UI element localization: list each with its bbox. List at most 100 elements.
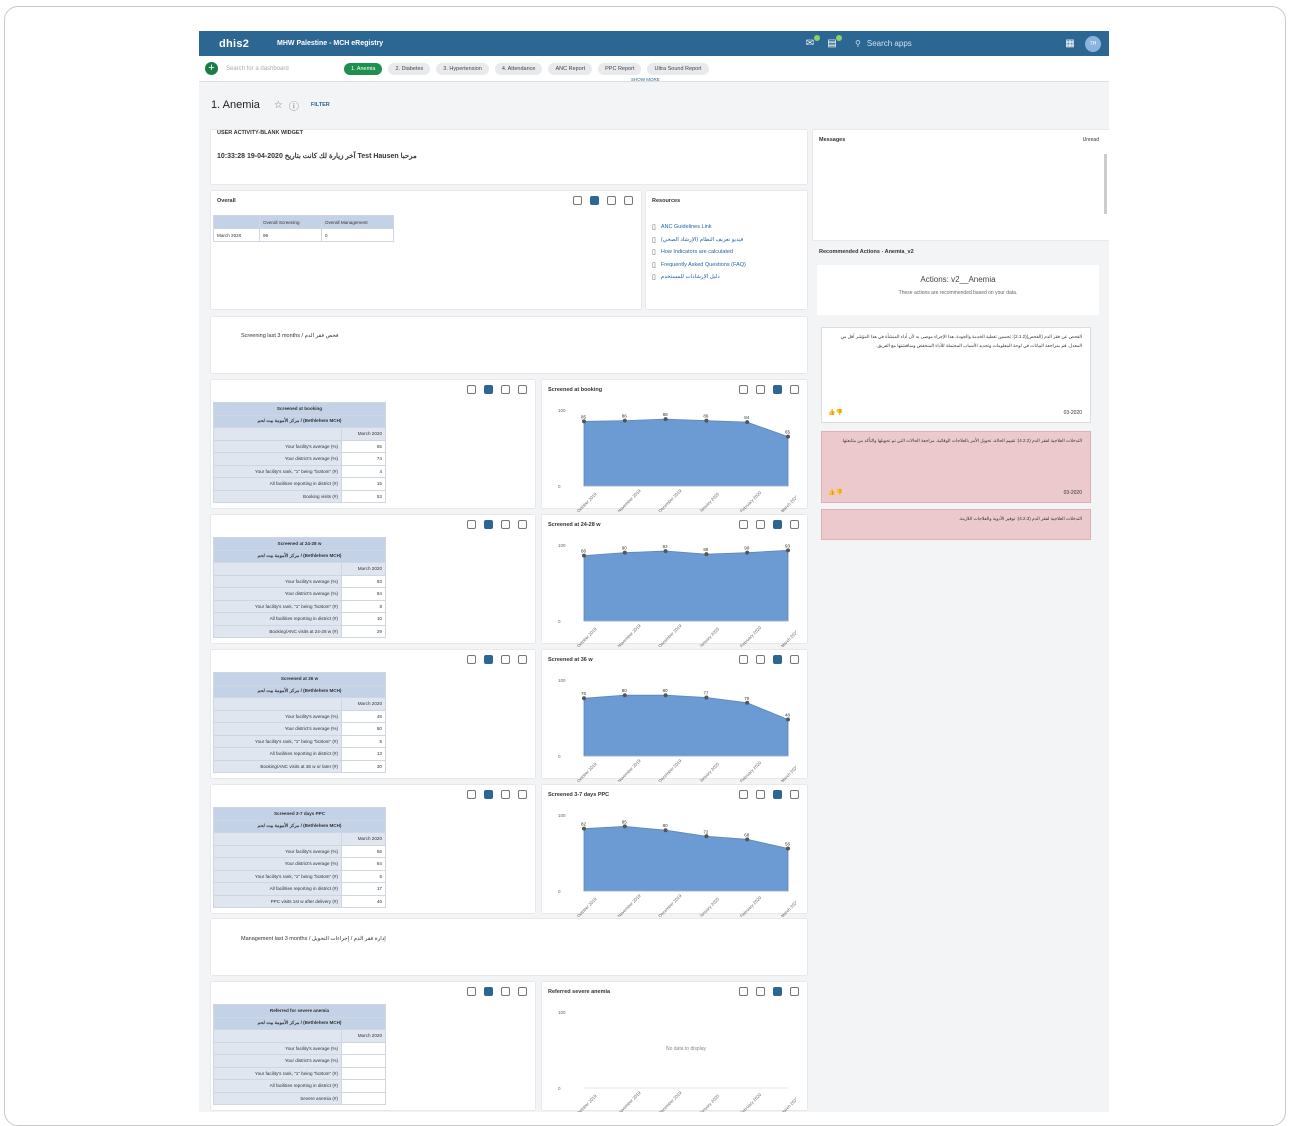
table-view-icon[interactable] (484, 520, 493, 529)
resource-link[interactable]: ▯ فيديو تعريف النظام (الإرشاد الصحي) (652, 234, 802, 247)
interpretations-icon[interactable] (467, 987, 476, 996)
area-series[interactable] (583, 549, 789, 622)
table-view-icon[interactable] (590, 196, 599, 205)
data-point[interactable] (704, 695, 709, 700)
tab-dashboard[interactable]: 3. Hypertension (436, 62, 489, 75)
map-view-icon[interactable] (790, 987, 799, 996)
table-view-icon[interactable] (756, 987, 765, 996)
data-point[interactable] (663, 549, 668, 554)
interpretations-icon[interactable] (739, 790, 748, 799)
area-series[interactable] (583, 694, 789, 757)
area-series[interactable] (583, 418, 789, 487)
info-icon[interactable]: ⓘ (289, 98, 299, 113)
dashboard-search-input[interactable]: Search for a dashboard (226, 66, 344, 72)
resource-link[interactable]: ▯ Frequently Asked Questions (FAQ) (652, 259, 802, 272)
data-point[interactable] (786, 434, 790, 439)
messages-icon[interactable]: ✉ (803, 35, 820, 49)
data-point[interactable] (582, 419, 586, 424)
map-view-icon[interactable] (790, 655, 799, 664)
chart-view-icon[interactable] (773, 790, 782, 799)
data-point[interactable] (582, 696, 586, 701)
table-view-icon[interactable] (756, 520, 765, 529)
chart-view-icon[interactable] (773, 655, 782, 664)
interpretations-icon[interactable] (739, 385, 748, 394)
data-point[interactable] (622, 418, 627, 423)
interpretations-icon[interactable] (739, 520, 748, 529)
data-point[interactable] (745, 837, 750, 842)
thumbs-icon[interactable]: 👍👎 (828, 409, 843, 416)
interpretations-icon[interactable] (739, 987, 748, 996)
table-view-icon[interactable] (484, 655, 493, 664)
chart-view-icon[interactable] (501, 520, 510, 529)
interpretations-icon[interactable] (467, 520, 476, 529)
data-point[interactable] (786, 717, 790, 722)
chart-view-icon[interactable] (501, 987, 510, 996)
filter-button[interactable]: FILTER (311, 102, 330, 108)
star-icon[interactable]: ☆ (274, 100, 283, 111)
thumbs-icon[interactable]: 👍👎 (828, 489, 843, 496)
table-view-icon[interactable] (484, 987, 493, 996)
action-item[interactable]: التدخلات العلاجية لفقر الدم (4.2.2): تقي… (821, 431, 1091, 503)
map-view-icon[interactable] (518, 790, 527, 799)
interpretations-icon[interactable]: ▤ (825, 35, 842, 49)
chart-view-icon[interactable] (501, 655, 510, 664)
add-dashboard-button[interactable]: + (205, 62, 218, 75)
table-view-icon[interactable] (484, 790, 493, 799)
resource-link[interactable]: ▯ ANC Guidelines Link (652, 221, 802, 234)
action-item[interactable]: التدخلات العلاجية لفقر الدم (4.2.3): توف… (821, 509, 1091, 540)
apps-grid-icon[interactable]: ▦ (1063, 38, 1077, 49)
data-point[interactable] (663, 693, 668, 698)
tab-dashboard[interactable]: PPC Report (598, 62, 642, 75)
tab-dashboard[interactable]: ANC Report (548, 62, 593, 75)
interpretations-icon[interactable] (467, 655, 476, 664)
action-item[interactable]: الفحص عن فقر الدم (الفحص)(2.1.2): تحسين … (821, 327, 1091, 423)
data-point[interactable] (622, 693, 627, 698)
area-series[interactable] (583, 825, 789, 892)
avatar[interactable]: TH (1085, 35, 1101, 52)
data-point[interactable] (745, 550, 750, 555)
resource-link[interactable]: ▯ دليل الإرشادات للمستخدم (652, 271, 802, 284)
table-view-icon[interactable] (756, 655, 765, 664)
interpretations-icon[interactable] (573, 196, 582, 205)
map-view-icon[interactable] (790, 790, 799, 799)
app-search-input[interactable]: ⚲ Search apps (855, 37, 1055, 51)
map-view-icon[interactable] (624, 196, 633, 205)
chart-view-icon[interactable] (607, 196, 616, 205)
data-point[interactable] (582, 826, 586, 831)
show-more-link[interactable]: SHOW MORE (631, 77, 660, 82)
data-point[interactable] (663, 828, 668, 833)
interpretations-icon[interactable] (467, 790, 476, 799)
data-point[interactable] (704, 834, 709, 839)
map-view-icon[interactable] (518, 385, 527, 394)
chart-view-icon[interactable] (773, 987, 782, 996)
data-point[interactable] (663, 417, 668, 422)
table-view-icon[interactable] (756, 385, 765, 394)
interpretations-icon[interactable] (739, 655, 748, 664)
data-point[interactable] (704, 418, 709, 423)
data-point[interactable] (622, 550, 627, 555)
chart-view-icon[interactable] (501, 790, 510, 799)
data-point[interactable] (786, 846, 790, 851)
interpretations-icon[interactable] (467, 385, 476, 394)
data-point[interactable] (582, 553, 586, 558)
chart-view-icon[interactable] (773, 385, 782, 394)
tab-dashboard[interactable]: Ultra Sound Report (647, 62, 709, 75)
map-view-icon[interactable] (518, 987, 527, 996)
map-view-icon[interactable] (790, 385, 799, 394)
data-point[interactable] (786, 548, 790, 553)
tab-dashboard[interactable]: 1. Anemia (344, 62, 383, 75)
tab-dashboard[interactable]: 4. Attendance (494, 62, 543, 75)
data-point[interactable] (622, 824, 627, 829)
tab-dashboard[interactable]: 2. Diabetes (388, 62, 431, 75)
map-view-icon[interactable] (518, 655, 527, 664)
map-view-icon[interactable] (518, 520, 527, 529)
resource-link[interactable]: ▯ How Indicators are calculated (652, 246, 802, 259)
data-point[interactable] (704, 552, 709, 557)
chart-view-icon[interactable] (501, 385, 510, 394)
map-view-icon[interactable] (790, 520, 799, 529)
table-view-icon[interactable] (484, 385, 493, 394)
chart-view-icon[interactable] (773, 520, 782, 529)
dhis2-logo[interactable]: dhis2 (207, 38, 277, 50)
data-point[interactable] (745, 700, 750, 705)
messages-scrollbar[interactable] (1104, 154, 1107, 214)
